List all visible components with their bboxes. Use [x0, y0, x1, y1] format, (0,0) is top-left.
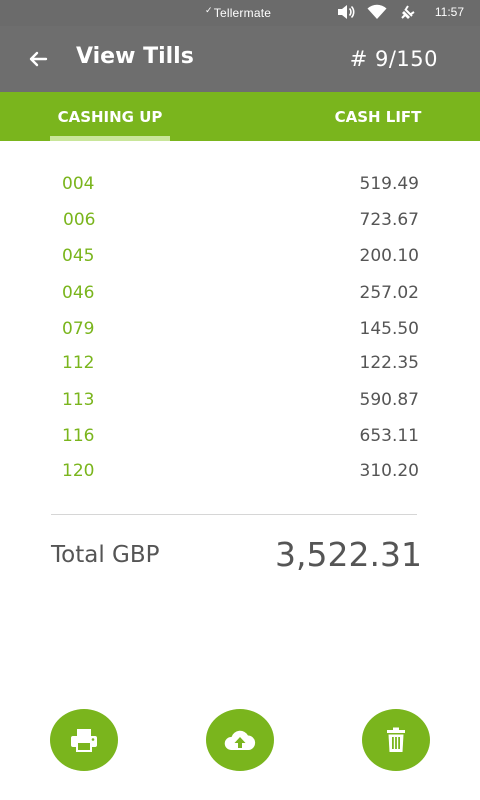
till-row[interactable]: 113 590.87 — [0, 381, 480, 417]
till-id: 006 — [63, 210, 96, 230]
till-row[interactable]: 004 519.49 — [0, 165, 480, 201]
volume-icon — [337, 4, 355, 20]
till-amount: 122.35 — [359, 353, 419, 373]
till-id: 120 — [62, 461, 95, 481]
total-divider — [51, 514, 417, 515]
till-counter: # 9/150 — [349, 47, 438, 71]
app-bar: View Tills # 9/150 — [0, 26, 480, 92]
trash-icon — [387, 727, 405, 752]
till-amount: 519.49 — [359, 174, 419, 194]
active-tab-indicator — [50, 136, 170, 141]
till-row[interactable]: 112 122.35 — [0, 344, 480, 380]
till-row[interactable]: 006 723.67 — [0, 201, 480, 237]
total-label: Total GBP — [51, 542, 160, 568]
till-row[interactable]: 079 145.50 — [0, 310, 480, 346]
tab-cash-lift[interactable]: CASH LIFT — [316, 92, 440, 141]
till-row[interactable]: 046 257.02 — [0, 274, 480, 310]
total-value: 3,522.31 — [275, 535, 422, 574]
back-button[interactable] — [22, 46, 52, 72]
till-id: 112 — [62, 353, 95, 373]
status-bar: ✓Tellermate 11:57 — [0, 0, 480, 26]
till-row[interactable]: 116 653.11 — [0, 417, 480, 453]
delete-button[interactable] — [362, 709, 430, 771]
status-icons: 11:57 — [337, 4, 464, 20]
wifi-icon — [367, 4, 387, 20]
print-button[interactable] — [50, 709, 118, 771]
till-amount: 257.02 — [359, 283, 419, 303]
page-title: View Tills — [76, 44, 194, 69]
till-row[interactable]: 045 200.10 — [0, 237, 480, 273]
till-id: 079 — [62, 319, 95, 339]
status-brand-label: Tellermate — [213, 6, 272, 20]
status-brand: ✓Tellermate — [205, 5, 272, 20]
till-amount: 723.67 — [359, 210, 419, 230]
till-id: 116 — [62, 426, 95, 446]
status-time: 11:57 — [434, 5, 464, 19]
cloud-upload-icon — [224, 730, 256, 750]
till-row[interactable]: 120 310.20 — [0, 452, 480, 488]
till-id: 004 — [62, 174, 95, 194]
till-id: 045 — [62, 246, 95, 266]
till-amount: 200.10 — [359, 246, 419, 266]
till-amount: 590.87 — [359, 390, 419, 410]
till-id: 113 — [62, 390, 95, 410]
till-amount: 653.11 — [359, 426, 419, 446]
upload-button[interactable] — [206, 709, 274, 771]
charging-icon — [399, 4, 417, 20]
brand-tick-icon: ✓ — [205, 5, 213, 15]
tab-bar: CASHING UP CASH LIFT — [0, 92, 480, 141]
till-id: 046 — [62, 283, 95, 303]
till-amount: 310.20 — [359, 461, 419, 481]
back-arrow-icon — [29, 51, 48, 67]
till-amount: 145.50 — [359, 319, 419, 339]
print-icon — [71, 729, 97, 752]
tab-cashing-up[interactable]: CASHING UP — [50, 92, 170, 141]
